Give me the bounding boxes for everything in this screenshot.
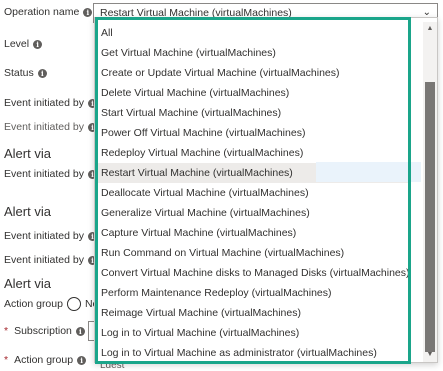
event-initiated-by-label: Event initiated by i — [4, 97, 97, 109]
required-marker: * — [4, 325, 9, 337]
info-icon: i — [37, 68, 47, 78]
dropdown-option[interactable]: Run Command on Virtual Machine (virtualM… — [95, 243, 410, 263]
status-label: Status i — [4, 67, 47, 79]
info-icon: i — [77, 355, 87, 365]
dropdown-option[interactable]: All — [95, 23, 410, 43]
dropdown-option[interactable]: Generalize Virtual Machine (virtualMachi… — [95, 203, 410, 223]
info-icon: i — [75, 326, 85, 336]
action-group-radio-row: Action group Ne — [4, 297, 99, 311]
scroll-up-icon[interactable]: ▲ — [423, 22, 437, 36]
alert-via-heading-2: Alert via — [4, 204, 51, 219]
dropdown-option[interactable]: Reimage Virtual Machine (virtualMachines… — [95, 303, 410, 323]
info-icon: i — [83, 7, 93, 17]
dropdown-option[interactable]: Log in to Virtual Machine as administrat… — [95, 343, 410, 362]
dropdown-option[interactable]: Deallocate Virtual Machine (virtualMachi… — [95, 183, 410, 203]
level-label: Level i — [4, 38, 43, 50]
action-group-radio[interactable] — [66, 297, 81, 311]
dropdown-option[interactable]: Power Off Virtual Machine (virtualMachin… — [95, 123, 410, 143]
dropdown-option[interactable]: Get Virtual Machine (virtualMachines) — [95, 43, 410, 63]
alert-via-heading-3: Alert via — [4, 276, 51, 291]
info-icon: i — [33, 39, 43, 49]
operation-name-label: Operation name i — [4, 6, 93, 18]
dropdown-scrollbar[interactable]: ▲ ▼ — [423, 22, 437, 362]
dropdown-option[interactable]: Start Virtual Machine (virtualMachines) — [95, 103, 410, 123]
dropdown-option[interactable]: Convert Virtual Machine disks to Managed… — [95, 263, 410, 283]
event-initiated-by-label-ghost: Event initiated by i — [4, 121, 97, 133]
event-initiated-by-label-2: Event initiated by i — [4, 168, 97, 180]
operation-options-list: All Get Virtual Machine (virtualMachines)… — [95, 23, 410, 362]
dropdown-option[interactable]: Perform Maintenance Redeploy (virtualMac… — [95, 283, 410, 303]
event-initiated-by-label-3: Event initiated by i — [4, 230, 97, 242]
scroll-down-icon[interactable]: ▼ — [423, 348, 437, 362]
subscription-label: * Subscription i — [4, 325, 85, 337]
dropdown-option[interactable]: Log in to Virtual Machine (virtualMachin… — [95, 323, 410, 343]
required-marker: * — [4, 354, 9, 366]
operation-name-dropdown: All Get Virtual Machine (virtualMachines)… — [94, 17, 438, 363]
dropdown-option[interactable]: Delete Virtual Machine (virtualMachines) — [95, 83, 410, 103]
action-group-label: * Action group i — [4, 354, 87, 366]
dropdown-option[interactable]: Create or Update Virtual Machine (virtua… — [95, 63, 410, 83]
event-initiated-by-label-4: Event initiated by i — [4, 254, 97, 266]
selected-row-tail — [316, 162, 421, 182]
dropdown-option[interactable]: Capture Virtual Machine (virtualMachines… — [95, 223, 410, 243]
alert-via-heading: Alert via — [4, 146, 51, 161]
scroll-thumb[interactable] — [425, 82, 435, 352]
dropdown-option[interactable]: Redeploy Virtual Machine (virtualMachine… — [95, 143, 410, 163]
